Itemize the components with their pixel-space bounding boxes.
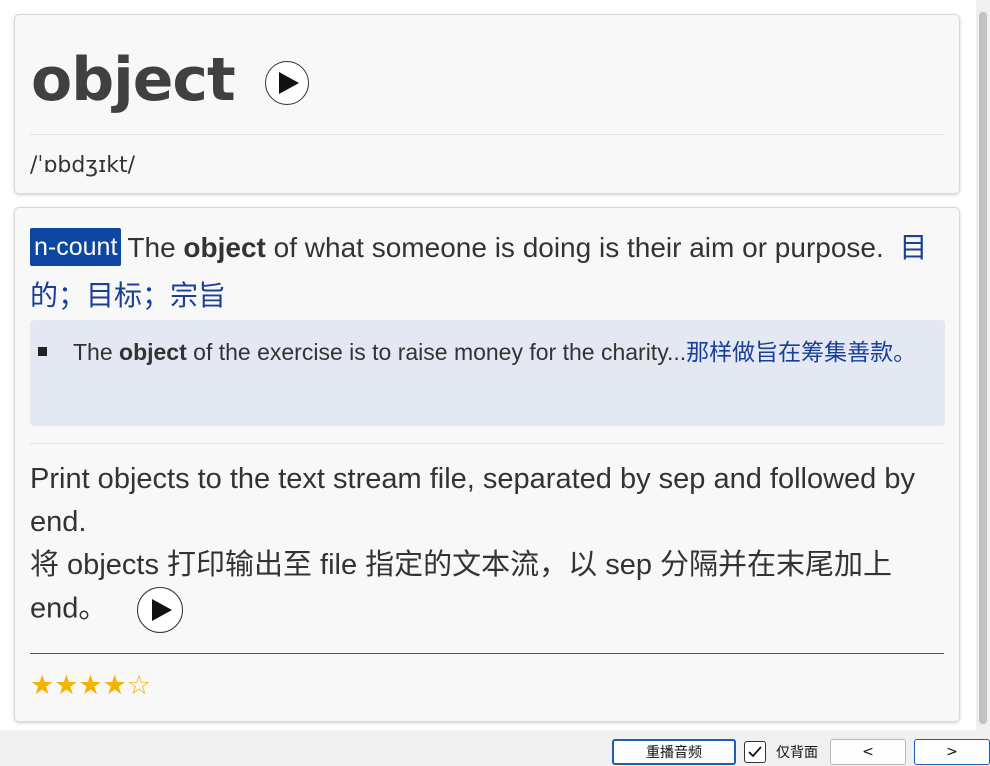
play-icon — [152, 599, 173, 621]
back-only-checkbox[interactable] — [744, 741, 766, 763]
previous-button[interactable]: < — [830, 739, 906, 765]
example-translation: 那样做旨在筹集善款。 — [686, 340, 917, 366]
headword: object — [31, 45, 236, 115]
play-icon — [278, 72, 299, 94]
star-rating: ★★★★☆ — [30, 670, 151, 701]
divider — [30, 443, 944, 444]
example-text-pre: The — [73, 339, 120, 365]
vertical-scrollbar[interactable] — [976, 0, 990, 730]
sentence-english: Print objects to the text stream file, s… — [30, 463, 915, 538]
play-word-audio-button[interactable] — [264, 61, 309, 105]
definition-card: n-count The object of what someone is doi… — [14, 207, 960, 722]
definition-text-post: of what someone is doing is their aim or… — [265, 232, 884, 263]
sentence-chinese-row: 将 objects 打印输出至 file 指定的文本流，以 sep 分隔并在末尾… — [30, 544, 950, 633]
back-only-label: 仅背面 — [776, 745, 818, 761]
example-box: The object of the exercise is to raise m… — [30, 320, 945, 426]
definition: n-count The object of what someone is doi… — [30, 224, 930, 320]
divider — [30, 653, 944, 654]
filled-stars: ★★★★ — [30, 670, 127, 701]
next-button[interactable]: > — [914, 739, 990, 765]
definition-text-pre: The — [127, 232, 184, 263]
play-sentence-audio-button[interactable] — [137, 587, 184, 633]
example-text-post: of the exercise is to raise money for th… — [186, 339, 687, 365]
definition-keyword: object — [183, 232, 266, 263]
phonetic: /ˈɒbdʒɪkt/ — [30, 153, 136, 178]
scrollbar-thumb[interactable] — [979, 12, 987, 724]
review-content: object /ˈɒbdʒɪkt/ n-count The object of w… — [0, 0, 976, 730]
bottom-toolbar: 重播音频 仅背面 < > — [0, 730, 990, 766]
bullet-icon — [38, 347, 47, 357]
example-sentence: Print objects to the text stream file, s… — [30, 458, 950, 633]
replay-audio-button[interactable]: 重播音频 — [612, 739, 736, 765]
empty-star: ☆ — [126, 670, 152, 701]
checkmark-icon — [748, 746, 762, 758]
part-of-speech-badge: n-count — [30, 228, 122, 266]
example-keyword: object — [119, 339, 187, 365]
headword-card: object /ˈɒbdʒɪkt/ — [14, 14, 960, 194]
headword-row: object — [31, 45, 309, 115]
divider — [30, 134, 944, 135]
